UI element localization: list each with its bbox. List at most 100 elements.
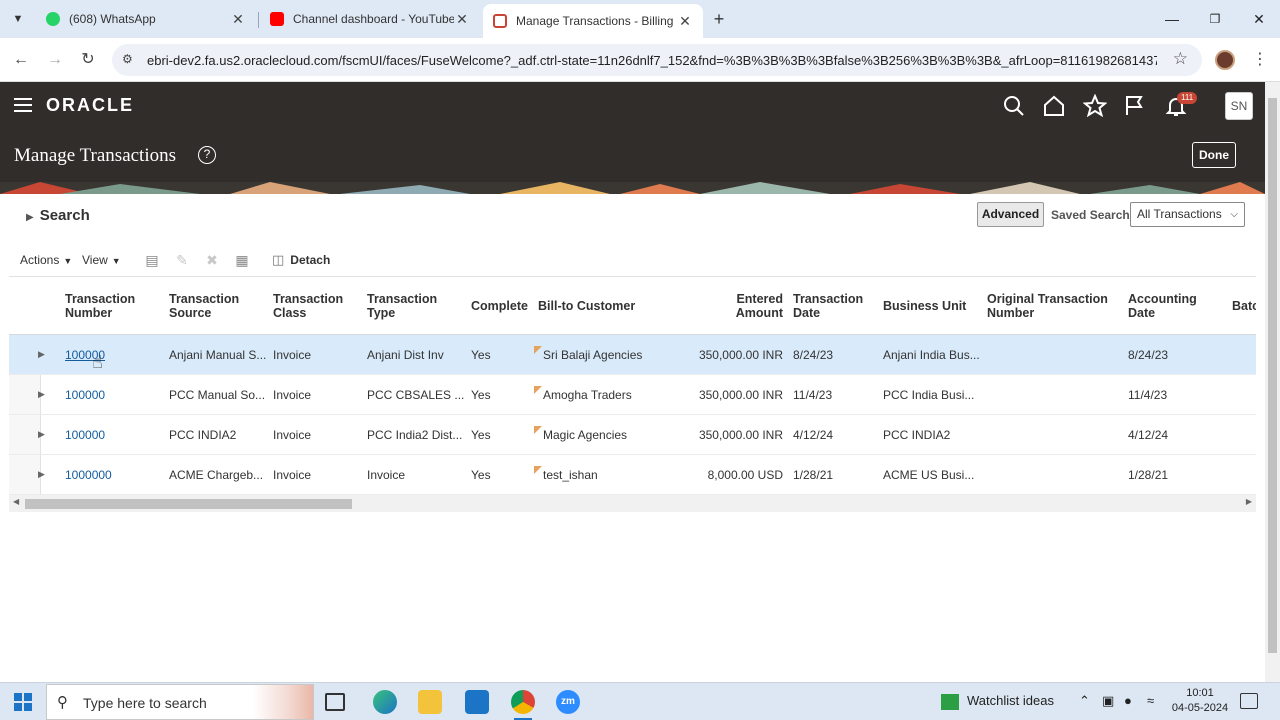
zoom-icon[interactable]: zm	[556, 690, 580, 714]
col-transaction-number[interactable]: Transaction Number	[65, 292, 160, 320]
watchlist-widget[interactable]: Watchlist ideas	[941, 693, 1054, 710]
table-row[interactable]: ▶ 100000 Anjani Manual S... Invoice Anja…	[9, 335, 1256, 375]
notification-center-icon[interactable]	[1240, 693, 1258, 709]
customer-flag-icon	[534, 426, 542, 434]
expand-row-icon[interactable]: ▶	[38, 389, 45, 400]
cell-accounting-date: 11/4/23	[1128, 388, 1168, 402]
col-transaction-type[interactable]: Transaction Type	[367, 292, 452, 320]
view-menu[interactable]: View ▼	[82, 253, 121, 267]
page-title: Manage Transactions	[14, 145, 177, 166]
system-clock[interactable]: 10:01 04-05-2024	[1170, 686, 1230, 716]
windows-start-icon[interactable]	[14, 693, 32, 711]
site-info-icon[interactable]: ⚙	[122, 52, 133, 66]
saved-search-select[interactable]: All Transactions ⌵	[1130, 202, 1245, 227]
page-vertical-scrollbar[interactable]	[1265, 82, 1280, 682]
customer-name: Magic Agencies	[543, 428, 628, 442]
export-table-icon[interactable]: ▦	[233, 251, 251, 269]
url-field[interactable]: ⚙ ebri-dev2.fa.us2.oraclecloud.com/fscmU…	[112, 44, 1202, 76]
transaction-number-link[interactable]: 100000	[65, 388, 105, 402]
mail-icon[interactable]	[465, 690, 489, 714]
new-tab-button[interactable]: +	[708, 8, 730, 30]
minimize-icon[interactable]: —	[1160, 8, 1184, 30]
customer-flag-icon	[534, 466, 542, 474]
bookmark-star-icon[interactable]: ☆	[1173, 49, 1188, 69]
col-accounting-date[interactable]: Accounting Date	[1128, 292, 1218, 320]
create-document-icon[interactable]: ▤	[143, 251, 161, 269]
reload-icon[interactable]: ↻	[77, 49, 99, 71]
expand-row-icon[interactable]: ▶	[38, 429, 45, 440]
restore-icon[interactable]: ❐	[1203, 8, 1227, 30]
decorative-banner	[0, 182, 1265, 194]
browser-menu-icon[interactable]: ⋮	[1252, 49, 1268, 69]
file-explorer-icon[interactable]	[418, 690, 442, 714]
detach-button[interactable]: ◫ Detach	[272, 252, 330, 268]
scroll-right-icon[interactable]: ▶	[1246, 497, 1252, 506]
help-icon[interactable]: ?	[198, 146, 216, 164]
delete-x-icon[interactable]: ✖	[203, 251, 221, 269]
search-section-toggle[interactable]: ▶ Search	[26, 207, 90, 224]
tab-title: Channel dashboard - YouTube	[293, 12, 454, 26]
microphone-icon[interactable]: ●	[1124, 693, 1132, 708]
close-tab-icon[interactable]: ✕	[230, 11, 246, 28]
col-complete[interactable]: Complete	[471, 299, 528, 313]
watchlist-flag-icon[interactable]	[1123, 94, 1147, 118]
forward-icon[interactable]: →	[44, 49, 66, 71]
col-business-unit[interactable]: Business Unit	[883, 299, 966, 313]
close-tab-icon[interactable]: ✕	[677, 13, 693, 30]
profile-avatar[interactable]	[1215, 50, 1235, 70]
cell-source: PCC Manual So...	[169, 388, 266, 402]
home-icon[interactable]	[1042, 94, 1066, 118]
oracle-logo[interactable]: ORACLE	[46, 95, 134, 116]
tray-chevron-up-icon[interactable]: ⌃	[1079, 693, 1090, 709]
window-close-icon[interactable]: ✕	[1247, 8, 1271, 30]
scroll-left-icon[interactable]: ◀	[13, 497, 19, 506]
url-text[interactable]: ebri-dev2.fa.us2.oraclecloud.com/fscmUI/…	[147, 53, 1157, 68]
user-avatar[interactable]: SN	[1225, 92, 1253, 120]
advanced-search-button[interactable]: Advanced	[977, 202, 1044, 227]
table-row[interactable]: ▶ 100000 PCC Manual So... Invoice PCC CB…	[9, 375, 1256, 415]
wifi-icon[interactable]: ≈	[1147, 693, 1154, 708]
actions-label: Actions	[20, 253, 60, 267]
task-view-icon[interactable]	[325, 693, 345, 711]
search-icon[interactable]	[1002, 94, 1026, 118]
hamburger-menu-icon[interactable]	[14, 98, 32, 112]
col-transaction-class[interactable]: Transaction Class	[273, 292, 358, 320]
transaction-number-link[interactable]: 100000	[65, 428, 105, 442]
cell-date: 11/4/23	[793, 388, 833, 402]
col-original-transaction-number[interactable]: Original Transaction Number	[987, 292, 1117, 320]
col-transaction-date[interactable]: Transaction Date	[793, 292, 878, 320]
tab-youtube[interactable]: Channel dashboard - YouTube ✕	[260, 4, 480, 34]
meet-icon[interactable]: ▣	[1102, 693, 1114, 709]
favorites-star-icon[interactable]	[1083, 94, 1107, 118]
horizontal-scroll-thumb[interactable]	[25, 499, 352, 509]
customer-name: Amogha Traders	[543, 388, 632, 402]
done-button[interactable]: Done	[1192, 142, 1236, 168]
cell-date: 4/12/24	[793, 428, 834, 442]
chevron-down-icon: ⌵	[1230, 209, 1238, 220]
horizontal-scrollbar[interactable]: ◀ ▶	[9, 495, 1256, 512]
customer-name: test_ishan	[543, 468, 598, 482]
back-icon[interactable]: ←	[10, 49, 32, 71]
taskbar-search-box[interactable]: ⚲ Type here to search	[46, 684, 314, 720]
table-row[interactable]: ▶ 1000000 ACME Chargeb... Invoice Invoic…	[9, 455, 1256, 495]
table-row[interactable]: ▶ 100000 PCC INDIA2 Invoice PCC India2 D…	[9, 415, 1256, 455]
col-transaction-source[interactable]: Transaction Source	[169, 292, 264, 320]
tab-search-chevron-icon[interactable]: ▼	[8, 10, 28, 28]
tab-manage-transactions[interactable]: Manage Transactions - Billing - ✕	[483, 4, 703, 38]
expand-row-icon[interactable]: ▶	[38, 469, 45, 480]
transaction-number-link[interactable]: 1000000	[65, 468, 112, 482]
col-batch-source[interactable]: Batc	[1232, 299, 1256, 313]
close-tab-icon[interactable]: ✕	[454, 11, 470, 28]
edge-icon[interactable]	[373, 690, 397, 714]
vertical-scroll-thumb[interactable]	[1268, 98, 1277, 653]
tab-whatsapp[interactable]: (608) WhatsApp ✕	[36, 4, 256, 34]
col-entered-amount[interactable]: Entered Amount	[719, 292, 783, 320]
chrome-icon[interactable]	[511, 690, 535, 720]
edit-pencil-icon[interactable]: ✎	[173, 251, 191, 269]
browser-tab-strip: ▼ (608) WhatsApp ✕ Channel dashboard - Y…	[0, 0, 1280, 38]
cell-complete: Yes	[471, 348, 491, 362]
expand-row-icon[interactable]: ▶	[38, 349, 45, 360]
actions-menu[interactable]: Actions ▼	[20, 253, 72, 267]
stock-chart-icon	[941, 693, 959, 710]
col-bill-to-customer[interactable]: Bill-to Customer	[538, 299, 635, 313]
